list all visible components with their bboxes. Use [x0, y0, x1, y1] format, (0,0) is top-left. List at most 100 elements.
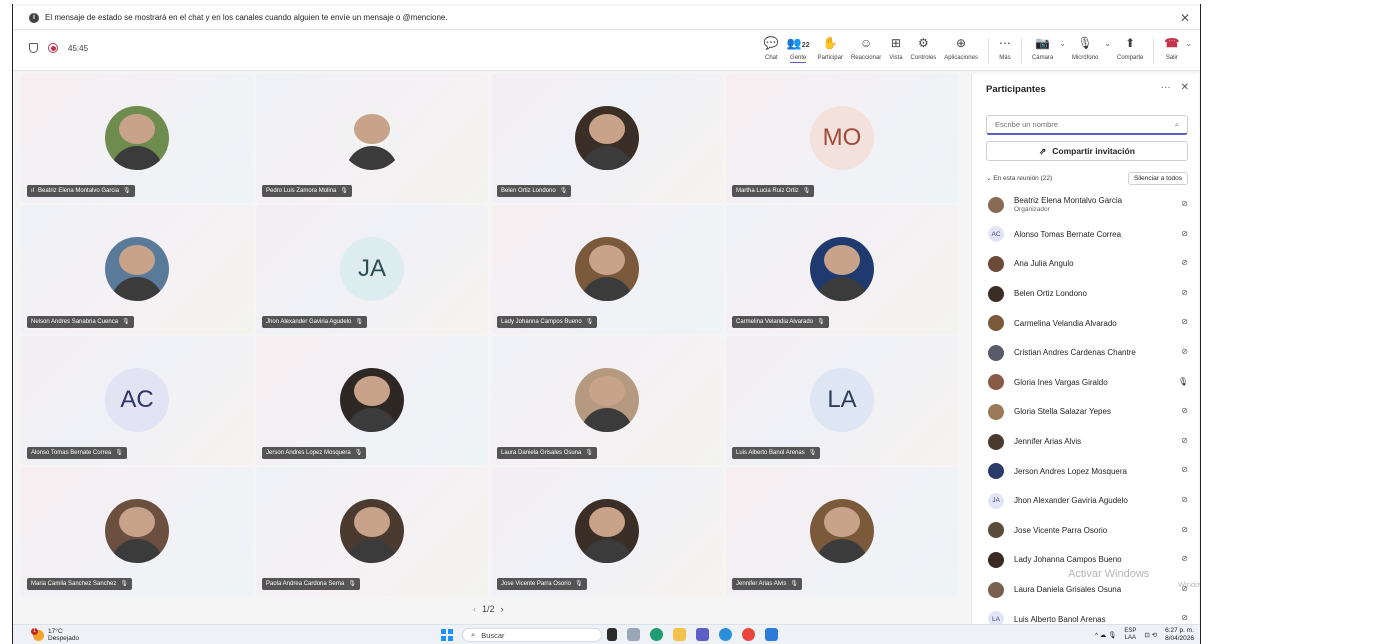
camera-label: Cámara	[1031, 55, 1054, 61]
mic-muted-icon[interactable]: ⊘	[1181, 613, 1188, 622]
controls-button[interactable]: ⚙ Controles	[907, 35, 941, 69]
participant-name-tag: Laura Daniela Grisales Osuna 🎙	[497, 447, 598, 459]
chrome-browser-icon[interactable]	[742, 628, 755, 641]
banner-close-icon[interactable]: ✕	[1180, 11, 1190, 25]
participant-name: Jhon Alexander Gaviria Agudelo	[1014, 496, 1128, 506]
people-glyph: 👥	[786, 36, 802, 50]
pager-next-icon[interactable]: ›	[501, 604, 504, 614]
mic-muted-icon[interactable]: ⊘	[1181, 406, 1188, 415]
participant-info: Gloria Stella Salazar Yepes	[1004, 407, 1111, 416]
mic-muted-icon[interactable]: ⊘	[1181, 554, 1188, 563]
video-tile[interactable]: Laura Daniela Grisales Osuna 🎙	[491, 336, 723, 465]
share-button[interactable]: ⬆ Comparte	[1113, 35, 1147, 69]
video-tile[interactable]: Belen Ortiz Londono 🎙	[491, 74, 723, 203]
search-placeholder: Escribe un nombre	[995, 120, 1058, 129]
participant-row[interactable]: Belen Ortiz Londono ⊘	[972, 279, 1199, 309]
video-tile[interactable]: Jennifer Arias Alvis 🎙	[726, 467, 958, 596]
participant-row[interactable]: Jerson Andres Lopez Mosquera ⊘	[972, 456, 1199, 486]
apps-label: Aplicaciones	[944, 55, 978, 61]
section-header[interactable]: ⌄ En esta reunión (22)	[986, 174, 1052, 182]
chevron-down-icon: ⌄	[986, 175, 992, 182]
video-tile[interactable]: Nelson Andres Sanabria Cuenca 🎙	[21, 205, 253, 334]
avatar-initials: AC	[105, 368, 169, 432]
windows-start-icon[interactable]	[441, 629, 453, 641]
video-tile[interactable]: Maria Camila Sanchez Sanchez 🎙	[21, 467, 253, 596]
mic-muted-icon[interactable]: ⊘	[1181, 347, 1188, 356]
participant-name: Jhon Alexander Gaviria Agudelo	[266, 319, 352, 325]
video-tile[interactable]: Jerson Andres Lopez Mosquera 🎙	[256, 336, 488, 465]
in-meeting-section: ⌄ En esta reunión (22) Silenciar a todos	[986, 170, 1188, 186]
task-view-icon[interactable]	[607, 628, 617, 641]
language-indicator[interactable]: ESP LAA	[1124, 628, 1136, 642]
pager-prev-icon[interactable]: ‹	[473, 604, 476, 614]
mic-muted-icon[interactable]: ⊘	[1181, 288, 1188, 297]
participant-search-input[interactable]: Escribe un nombre ⌕	[986, 115, 1188, 135]
edge-browser-icon[interactable]	[650, 628, 663, 641]
mic-muted-icon[interactable]: ⊘	[1181, 258, 1188, 267]
participant-row[interactable]: Jennifer Arias Alvis ⊘	[972, 427, 1199, 457]
mic-muted-icon[interactable]: ⊘	[1181, 525, 1188, 534]
participant-name: Jennifer Arias Alvis	[1014, 437, 1082, 447]
video-tile[interactable]: MO Martha Lucia Ruiz Ortiz 🎙	[726, 74, 958, 203]
leave-options-chevron-icon[interactable]: ⌄	[1183, 39, 1194, 48]
mic-on-icon[interactable]: 🎙	[1178, 377, 1188, 386]
apps-button[interactable]: ⊕ Aplicaciones	[940, 35, 982, 69]
participant-row[interactable]: JA Jhon Alexander Gaviria Agudelo ⊘	[972, 486, 1199, 516]
tray-icons[interactable]: ^ ☁ 🎙	[1095, 631, 1116, 639]
view-button[interactable]: ⊞ Vista	[885, 35, 906, 69]
participant-name: Jerson Andres Lopez Mosquera	[266, 450, 351, 456]
share-invite-button[interactable]: ⇗ Compartir invitación	[986, 141, 1188, 161]
taskbar-clock[interactable]: 6:27 p. m. 8/04/2026	[1165, 627, 1194, 643]
chat-icon: 💬	[763, 36, 779, 50]
mic-muted-icon[interactable]: ⊘	[1181, 229, 1188, 238]
photos-app-icon[interactable]	[627, 628, 640, 641]
video-tile[interactable]: Lady Johanna Campos Bueno 🎙	[491, 205, 723, 334]
leave-button[interactable]: ☎ Salir	[1160, 35, 1183, 69]
video-tile[interactable]: Carmelina Velandia Alvarado 🎙	[726, 205, 958, 334]
participant-row[interactable]: Beatriz Elena Montalvo Garcia Organizador…	[972, 190, 1199, 220]
participant-row[interactable]: Gloria Stella Salazar Yepes ⊘	[972, 397, 1199, 427]
weather-widget[interactable]: 17°CDespejado	[31, 627, 79, 642]
participant-name: Luis Alberto Banol Arenas	[736, 450, 805, 456]
chat-button[interactable]: 💬 Chat	[760, 35, 783, 69]
mic-options-chevron-icon[interactable]: ⌄	[1102, 39, 1113, 48]
participant-row[interactable]: Cristian Andres Cardenas Chantre ⊘	[972, 338, 1199, 368]
people-button[interactable]: 👥22 Gente	[783, 35, 814, 69]
mic-muted-icon[interactable]: ⊘	[1181, 465, 1188, 474]
video-tile[interactable]: ıl Beatriz Elena Montalvo Garcia 🎙	[21, 74, 253, 203]
mic-muted-icon[interactable]: ⊘	[1181, 317, 1188, 326]
outlook-app-icon[interactable]	[765, 628, 778, 641]
participant-row[interactable]: Ana Julia Angulo ⊘	[972, 249, 1199, 279]
video-tile[interactable]: LA Luis Alberto Banol Arenas 🎙	[726, 336, 958, 465]
video-tile[interactable]: Pedro Luis Zamora Molina 🎙	[256, 74, 488, 203]
video-tile[interactable]: JA Jhon Alexander Gaviria Agudelo 🎙	[256, 205, 488, 334]
mute-all-button[interactable]: Silenciar a todos	[1127, 171, 1188, 185]
camera-options-chevron-icon[interactable]: ⌄	[1057, 39, 1068, 48]
raise-hand-button[interactable]: ✋ Participar	[814, 35, 847, 69]
leave-label: Salir	[1165, 55, 1178, 61]
mic-muted-icon[interactable]: ⊘	[1181, 199, 1188, 208]
participant-row[interactable]: Carmelina Velandia Alvarado ⊘	[972, 308, 1199, 338]
react-button[interactable]: ☺ Reaccionar	[847, 35, 885, 69]
participant-row[interactable]: Gloria Ines Vargas Giraldo 🎙	[972, 368, 1199, 398]
taskbar-search-input[interactable]: ⌕ Buscar	[462, 628, 602, 642]
mic-muted-icon: 🎙	[348, 581, 357, 587]
more-button[interactable]: ⋯ Más	[995, 35, 1015, 69]
app-icon[interactable]	[719, 628, 732, 641]
mic-button[interactable]: 🎙 Micrófono	[1068, 35, 1102, 69]
participant-row[interactable]: AC Alonso Tomas Bernate Correa ⊘	[972, 220, 1199, 250]
video-tile[interactable]: AC Alonso Tomas Bernate Correa 🎙	[21, 336, 253, 465]
participant-row[interactable]: Jose Vicente Parra Osorio ⊘	[972, 516, 1199, 546]
video-tile[interactable]: Jose Vicente Parra Osorio 🎙	[491, 467, 723, 596]
mic-muted-icon[interactable]: ⊘	[1181, 436, 1188, 445]
participant-name-tag: Jennifer Arias Alvis 🎙	[732, 578, 802, 590]
camera-button[interactable]: 📷 Cámara	[1028, 35, 1057, 69]
file-explorer-icon[interactable]	[673, 628, 686, 641]
mic-muted-icon[interactable]: ⊘	[1181, 495, 1188, 504]
video-tile[interactable]: Paola Andrea Cardona Serna 🎙	[256, 467, 488, 596]
network-volume-icon[interactable]: ⊡ ⟲	[1144, 631, 1157, 639]
more-options-icon[interactable]: ···	[1161, 82, 1171, 93]
teams-app-icon[interactable]	[696, 628, 709, 641]
clock-date: 8/04/2026	[1165, 635, 1194, 642]
close-panel-icon[interactable]: ✕	[1181, 82, 1189, 93]
